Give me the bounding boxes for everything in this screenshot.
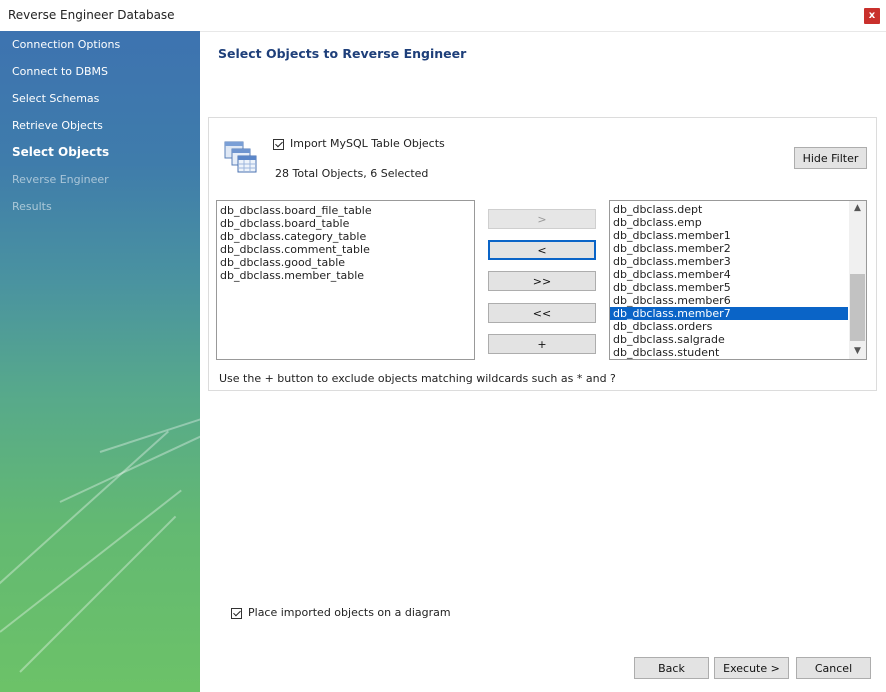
close-button[interactable]: x: [864, 8, 880, 24]
wizard-steps: Connection Options Connect to DBMS Select …: [0, 31, 200, 220]
list-item[interactable]: db_dbclass.orders: [610, 320, 848, 333]
list-item[interactable]: db_dbclass.member2: [610, 242, 848, 255]
scrollbar-thumb[interactable]: [850, 274, 865, 341]
list-item[interactable]: db_dbclass.student: [610, 346, 848, 359]
list-scrollbar[interactable]: ▲ ▼: [849, 201, 866, 359]
sidebar-step-retrieve-objects: Retrieve Objects: [12, 119, 103, 132]
selection-summary: 28 Total Objects, 6 Selected: [275, 167, 429, 180]
wizard-sidebar: Connection Options Connect to DBMS Select …: [0, 31, 200, 692]
list-item[interactable]: db_dbclass.member3: [610, 255, 848, 268]
sidebar-step-select-objects: Select Objects: [12, 145, 110, 159]
list-item[interactable]: db_dbclass.category_table: [217, 230, 474, 243]
move-all-left-button[interactable]: <<: [488, 303, 596, 323]
database-tables-icon: [224, 141, 257, 173]
list-item[interactable]: db_dbclass.member7: [610, 307, 848, 320]
hide-filter-button[interactable]: Hide Filter: [794, 147, 867, 169]
sidebar-step-results: Results: [12, 200, 52, 213]
decor-streak: [0, 430, 170, 593]
add-wildcard-button[interactable]: +: [488, 334, 596, 354]
page-title: Select Objects to Reverse Engineer: [218, 46, 467, 61]
decor-streak: [19, 515, 177, 673]
move-right-button[interactable]: >: [488, 209, 596, 229]
execute-button[interactable]: Execute >: [714, 657, 789, 679]
list-item[interactable]: db_dbclass.salgrade: [610, 333, 848, 346]
import-tables-label: Import MySQL Table Objects: [290, 137, 445, 150]
list-item[interactable]: db_dbclass.member1: [610, 229, 848, 242]
scroll-down-icon[interactable]: ▼: [849, 344, 866, 359]
list-item[interactable]: db_dbclass.good_table: [217, 256, 474, 269]
sidebar-step-reverse-engineer: Reverse Engineer: [12, 173, 109, 186]
list-item[interactable]: db_dbclass.member_table: [217, 269, 474, 282]
list-item[interactable]: db_dbclass.board_file_table: [217, 204, 474, 217]
close-icon: x: [868, 10, 876, 21]
excluded-objects-list[interactable]: db_dbclass.board_file_table db_dbclass.bo…: [216, 200, 475, 360]
sidebar-step-select-schemas: Select Schemas: [12, 92, 100, 105]
title-bar: Reverse Engineer Database x: [0, 0, 886, 32]
import-tables-checkbox[interactable]: [273, 139, 284, 150]
selected-objects-list[interactable]: db_dbclass.dept db_dbclass.emp db_dbclass.…: [609, 200, 867, 360]
scroll-up-icon[interactable]: ▲: [849, 201, 866, 216]
move-all-right-button[interactable]: >>: [488, 271, 596, 291]
object-filter-panel: Import MySQL Table Objects 28 Total Obje…: [208, 117, 877, 391]
list-item[interactable]: db_dbclass.member6: [610, 294, 848, 307]
cancel-button[interactable]: Cancel: [796, 657, 871, 679]
wildcard-hint: Use the + button to exclude objects matc…: [219, 372, 616, 385]
list-item[interactable]: db_dbclass.dept: [610, 203, 848, 216]
list-item[interactable]: db_dbclass.member5: [610, 281, 848, 294]
back-button[interactable]: Back: [634, 657, 709, 679]
sidebar-step-connection-options: Connection Options: [12, 38, 121, 51]
list-item[interactable]: db_dbclass.emp: [610, 216, 848, 229]
list-item[interactable]: db_dbclass.member4: [610, 268, 848, 281]
list-item[interactable]: db_dbclass.comment_table: [217, 243, 474, 256]
place-on-diagram-label: Place imported objects on a diagram: [248, 606, 451, 619]
decor-streak: [0, 489, 182, 633]
list-item[interactable]: db_dbclass.board_table: [217, 217, 474, 230]
move-left-button[interactable]: <: [488, 240, 596, 260]
sidebar-step-connect-to-dbms: Connect to DBMS: [12, 65, 109, 78]
place-on-diagram-checkbox[interactable]: [231, 608, 242, 619]
window-title: Reverse Engineer Database: [8, 8, 175, 22]
